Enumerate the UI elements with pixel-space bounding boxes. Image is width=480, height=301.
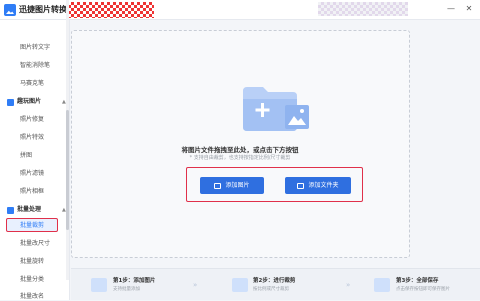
sidebar-item-batch-resize[interactable]: 批量改尺寸 — [20, 240, 50, 248]
sidebar-item-photo-frame[interactable]: 照片相框 — [20, 188, 44, 196]
sidebar-item-mosaic-pen[interactable]: 马赛克笔 — [20, 80, 44, 88]
sidebar-item-photo-repair[interactable]: 照片修复 — [20, 116, 44, 124]
sidebar-group-fun-images[interactable]: 趣玩图片 — [7, 98, 41, 106]
minimize-button[interactable]: — — [444, 2, 458, 16]
sidebar-item-batch-classify[interactable]: 批量分类 — [20, 276, 44, 284]
step-2-title: 第2步：进行裁剪 — [253, 278, 296, 284]
image-icon — [214, 182, 222, 189]
close-button[interactable]: ✕ — [462, 2, 476, 16]
step-3-title: 第3步：全部保存 — [396, 278, 439, 284]
sidebar-group-label: 批量处理 — [17, 206, 42, 213]
caret-up-icon[interactable]: ▲ — [62, 206, 66, 214]
sidebar-item-batch-rotate[interactable]: 批量旋转 — [20, 258, 44, 266]
sidebar-item-batch-crop[interactable]: 批量裁剪 — [20, 222, 44, 230]
arrow-right-icon: » — [193, 281, 198, 289]
step-1-desc: 支持批量添加 — [113, 287, 140, 292]
add-folder-button[interactable]: 添加文件夹 — [285, 177, 351, 194]
add-image-label: 添加图片 — [225, 182, 250, 189]
app-window: 迅捷图片转换器 — ✕ 图片转文字 智能消除笔 马赛克笔 趣玩图片 ▲ 照片修复… — [0, 0, 480, 300]
folder-image-icon — [243, 87, 309, 131]
drop-hint: * 支持自由裁剪，也支持按指定比例/尺寸裁剪 — [189, 155, 291, 161]
drop-instruction: 将图片文件拖拽至此处，或点击下方按钮 — [181, 146, 299, 154]
step-3-desc: 点击保存按钮即可保存图片 — [396, 287, 450, 292]
step-save-icon — [374, 278, 390, 292]
step-1-title: 第1步：添加图片 — [113, 278, 156, 284]
step-crop-icon — [232, 278, 248, 292]
caret-up-icon[interactable]: ▲ — [62, 98, 66, 106]
step-2-desc: 按比例或尺寸裁剪 — [253, 287, 289, 292]
group-batch-icon — [7, 206, 14, 214]
file-drop-zone[interactable] — [71, 30, 410, 258]
sidebar-item-photo-effects[interactable]: 照片特效 — [20, 134, 44, 142]
sidebar-item-photo-filter[interactable]: 照片滤镜 — [20, 170, 44, 178]
step-add-image-icon — [91, 278, 107, 292]
group-image-icon — [7, 98, 14, 106]
mosaic-redaction-right — [318, 2, 408, 16]
sidebar-item-collage[interactable]: 拼图 — [20, 152, 32, 160]
mosaic-redaction — [68, 2, 154, 18]
sidebar-group-label: 趣玩图片 — [17, 98, 42, 105]
add-image-button[interactable]: 添加图片 — [200, 177, 264, 194]
sidebar-group-batch[interactable]: 批量处理 — [7, 206, 41, 214]
title-bar: 迅捷图片转换器 — ✕ — [0, 0, 480, 20]
arrow-right-icon: » — [346, 281, 351, 289]
sidebar-item-image-to-text[interactable]: 图片转文字 — [20, 44, 50, 52]
folder-icon — [297, 182, 305, 189]
sidebar-scroll-thumb[interactable] — [66, 110, 69, 230]
app-logo-icon — [4, 4, 16, 16]
add-folder-label: 添加文件夹 — [308, 182, 339, 189]
sidebar-item-smart-eraser[interactable]: 智能消除笔 — [20, 62, 50, 70]
